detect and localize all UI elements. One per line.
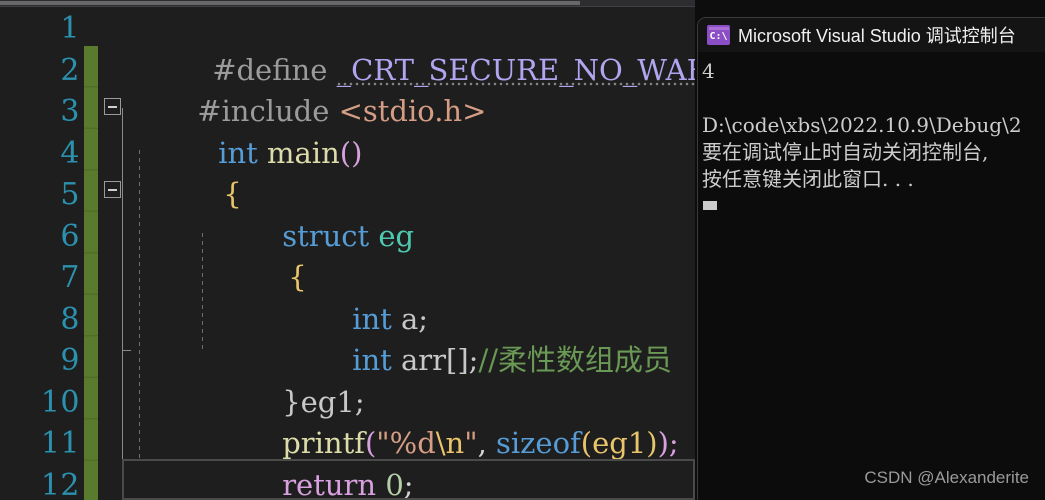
- console-output-line: D:\code\xbs\2022.10.9\Debug\2: [702, 113, 1022, 137]
- code-line[interactable]: 10 printf("%d\n", sizeof(eg1));: [0, 382, 695, 461]
- code-text-area[interactable]: 1 #define _CRT_SECURE_NO_WARNINGS 1 2 #i…: [0, 8, 695, 500]
- line-content: #define _CRT_SECURE_NO_WARNINGS 1: [120, 8, 695, 87]
- line-number: 2: [60, 52, 80, 88]
- line-number: 11: [40, 426, 80, 461]
- command-prompt-icon-label: C:\: [709, 31, 728, 42]
- indent-guide-1: [139, 150, 140, 460]
- watermark-text: CSDN @Alexanderite: [864, 468, 1029, 487]
- code-line[interactable]: 8 int arr[];//柔性数组成员: [0, 299, 695, 378]
- line-number: 9: [60, 343, 80, 378]
- code-line[interactable]: 12 }: [0, 465, 695, 500]
- command-prompt-icon: C:\: [707, 25, 730, 45]
- line-content: {: [196, 216, 306, 294]
- console-output-line: 要在调试停止时自动关闭控制台,: [702, 140, 989, 164]
- console-text-cursor: [703, 201, 717, 210]
- line-number: 6: [60, 218, 80, 254]
- code-editor-pane[interactable]: 1 #define _CRT_SECURE_NO_WARNINGS 1 2 #i…: [0, 0, 695, 500]
- scrollbar-thumb[interactable]: [0, 1, 580, 5]
- editor-horizontal-scrollbar[interactable]: [0, 0, 695, 7]
- line-content: #include <stdio.h>: [105, 50, 486, 128]
- code-line[interactable]: 7 int a;: [0, 257, 695, 336]
- line-number: 7: [60, 260, 80, 295]
- console-title-bar[interactable]: C:\ Microsoft Visual Studio 调试控制台: [698, 18, 1045, 52]
- console-output-area[interactable]: 4 D:\code\xbs\2022.10.9\Debug\2 要在调试停止时自…: [698, 52, 1045, 210]
- unsaved-changes-indicator: [84, 46, 98, 500]
- code-line[interactable]: 11 return 0;: [0, 423, 695, 500]
- line-content: struct eg: [190, 174, 414, 253]
- console-output-line: 按任意键关闭此窗口. . .: [702, 167, 914, 191]
- line-content: }eg1;: [190, 340, 364, 419]
- console-window-title: Microsoft Visual Studio 调试控制台: [738, 26, 1016, 46]
- line-content: }: [131, 465, 242, 500]
- fold-toggle-line-5[interactable]: [104, 181, 121, 198]
- line-number: 5: [60, 177, 80, 212]
- line-number: 3: [60, 94, 80, 129]
- code-line[interactable]: 1 #define _CRT_SECURE_NO_WARNINGS 1: [0, 8, 695, 87]
- fold-guide-inner: [122, 191, 123, 351]
- line-number: 1: [60, 11, 80, 46]
- line-content: printf("%d\n", sizeof(eg1));: [190, 382, 679, 460]
- line-content: int a;: [260, 257, 428, 336]
- line-number: 8: [60, 301, 80, 337]
- line-content: return 0;: [190, 423, 413, 500]
- indent-guide-2: [202, 233, 203, 351]
- code-line[interactable]: 9 }eg1;: [0, 340, 695, 419]
- line-content: int main(): [126, 91, 362, 170]
- fold-toggle-line-3[interactable]: [104, 98, 121, 115]
- line-content: int arr[];//柔性数组成员: [260, 299, 672, 377]
- fold-guide-inner-end: [122, 350, 131, 351]
- code-line[interactable]: 4 {: [0, 133, 695, 212]
- line-number: 12: [40, 467, 80, 500]
- code-line[interactable]: 2 #include <stdio.h>: [0, 50, 695, 129]
- line-number: 10: [40, 384, 80, 420]
- screenshot-root: 1 #define _CRT_SECURE_NO_WARNINGS 1 2 #i…: [0, 0, 1045, 500]
- console-output-line: 4: [702, 59, 715, 83]
- line-content: {: [131, 133, 241, 211]
- code-line[interactable]: 6 {: [0, 216, 695, 295]
- fold-guide-outer-end: [122, 459, 131, 460]
- line-number: 4: [60, 135, 80, 171]
- debug-console-window[interactable]: C:\ Microsoft Visual Studio 调试控制台 4 D:\c…: [697, 17, 1045, 500]
